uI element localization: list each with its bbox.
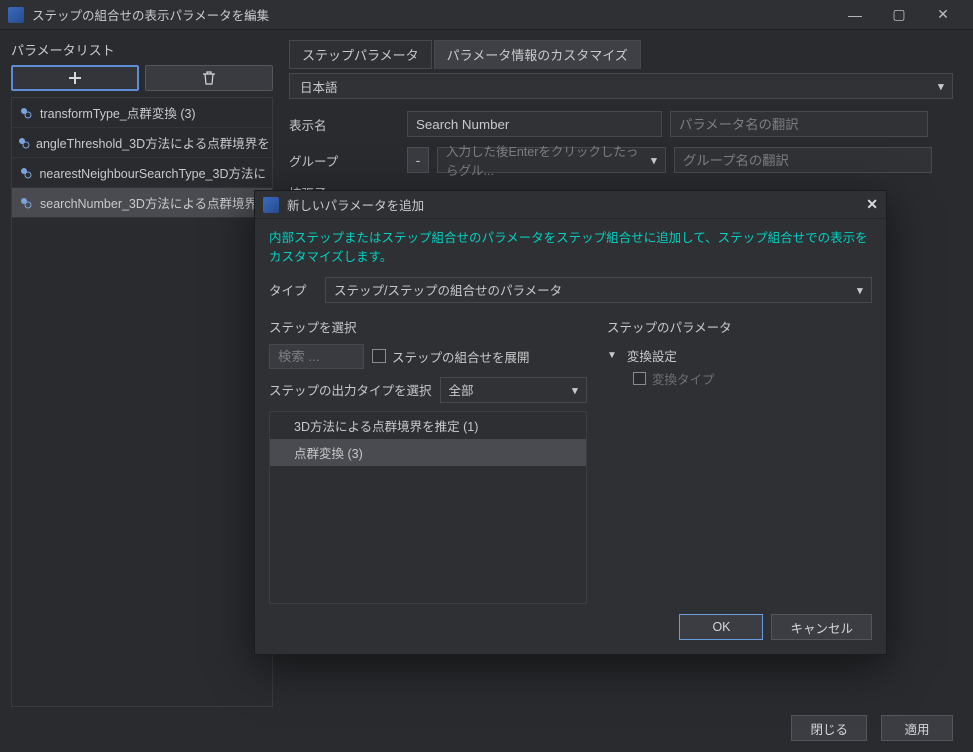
language-select[interactable]: 日本語 ▾: [289, 73, 953, 99]
main-apply-button[interactable]: 適用: [881, 715, 953, 741]
expand-checkbox[interactable]: ステップの組合せを展開: [372, 347, 530, 366]
minus-icon: -: [416, 152, 421, 168]
tabs: ステップパラメータ パラメータ情報のカスタマイズ: [289, 40, 953, 69]
triangle-down-icon: [607, 350, 617, 361]
window-controls: — ▢ ✕: [833, 1, 965, 29]
param-icon: [18, 135, 30, 151]
param-group-label: 変換設定: [627, 346, 677, 365]
chevron-down-icon: ▾: [651, 153, 657, 168]
group-select-value: 入力した後Enterをクリックしたっらグル...: [446, 141, 639, 179]
dialog-titlebar: 新しいパラメータを追加 ✕: [255, 191, 886, 219]
parameter-row[interactable]: searchNumber_3D方法による点群境界: [12, 188, 272, 218]
parameter-list-panel: パラメータリスト transformType_点群変換 (3) angleThr…: [0, 30, 281, 704]
output-type-value: 全部: [449, 380, 474, 399]
param-icon: [18, 195, 34, 211]
main-close-button[interactable]: 閉じる: [791, 715, 867, 741]
language-value: 日本語: [300, 77, 338, 96]
select-step-panel: ステップを選択 ステップの組合せを展開 ステップの出力タイプを選択 全部 ▾: [269, 317, 587, 605]
ok-label: OK: [712, 620, 730, 634]
parameter-label: transformType_点群変換 (3): [40, 103, 196, 122]
minimize-button[interactable]: —: [833, 1, 877, 29]
main-footer: 閉じる 適用: [0, 704, 973, 752]
output-type-select[interactable]: 全部 ▾: [440, 377, 587, 403]
close-button[interactable]: ✕: [921, 1, 965, 29]
step-parameters-panel: ステップのパラメータ 変換設定 変換タイプ: [607, 317, 872, 605]
type-value: ステップ/ステップの組合せのパラメータ: [334, 280, 562, 299]
close-icon: ✕: [866, 196, 878, 212]
type-label: タイプ: [269, 280, 317, 299]
group-select[interactable]: 入力した後Enterをクリックしたっらグル... ▾: [437, 147, 666, 173]
step-node[interactable]: 3D方法による点群境界を推定 (1): [270, 412, 586, 439]
group-label: グループ: [289, 151, 399, 170]
chevron-down-icon: ▾: [572, 382, 578, 397]
chevron-down-icon: ▾: [857, 282, 863, 297]
parameter-list-heading: パラメータリスト: [11, 40, 273, 59]
window-title: ステップの組合せの表示パラメータを編集: [32, 5, 269, 24]
cancel-label: キャンセル: [790, 618, 853, 637]
output-type-label: ステップの出力タイプを選択: [269, 380, 432, 399]
parameter-label: searchNumber_3D方法による点群境界: [40, 193, 257, 212]
group-minus-button[interactable]: -: [407, 147, 429, 173]
trash-icon: [202, 71, 216, 85]
ok-button[interactable]: OK: [679, 614, 763, 640]
param-node[interactable]: 変換タイプ: [607, 367, 872, 390]
parameter-row[interactable]: angleThreshold_3D方法による点群境界を: [12, 128, 272, 158]
param-node-label: 変換タイプ: [652, 369, 715, 388]
cancel-button[interactable]: キャンセル: [771, 614, 872, 640]
step-node[interactable]: 点群変換 (3): [270, 439, 586, 466]
parameter-list[interactable]: transformType_点群変換 (3) angleThreshold_3D…: [11, 97, 273, 707]
param-tree[interactable]: 変換設定 変換タイプ: [607, 344, 872, 605]
parameter-row[interactable]: nearestNeighbourSearchType_3D方法に: [12, 158, 272, 188]
add-parameter-dialog: 新しいパラメータを追加 ✕ 内部ステップまたはステップ組合せのパラメータをステッ…: [254, 190, 887, 655]
expand-label: ステップの組合せを展開: [392, 347, 530, 366]
display-name-label: 表示名: [289, 115, 399, 134]
param-icon: [18, 165, 33, 181]
app-icon: [263, 197, 279, 213]
type-select[interactable]: ステップ/ステップの組合せのパラメータ ▾: [325, 277, 872, 303]
main-titlebar: ステップの組合せの表示パラメータを編集 — ▢ ✕: [0, 0, 973, 30]
tab-customize-info[interactable]: パラメータ情報のカスタマイズ: [434, 40, 641, 69]
step-tree[interactable]: 3D方法による点群境界を推定 (1) 点群変換 (3): [269, 411, 587, 605]
checkbox-box-icon: [633, 372, 646, 385]
plus-icon: [68, 71, 82, 85]
param-icon: [18, 105, 34, 121]
add-parameter-button[interactable]: [11, 65, 139, 91]
dialog-close-button[interactable]: ✕: [866, 196, 878, 213]
parameter-label: angleThreshold_3D方法による点群境界を: [36, 133, 270, 152]
param-group-node[interactable]: 変換設定: [607, 344, 872, 367]
step-parameters-heading: ステップのパラメータ: [607, 317, 872, 336]
app-icon: [8, 7, 24, 23]
search-input[interactable]: [269, 344, 364, 369]
delete-parameter-button[interactable]: [145, 65, 273, 91]
dialog-title: 新しいパラメータを追加: [287, 195, 424, 214]
parameter-row[interactable]: transformType_点群変換 (3): [12, 98, 272, 128]
dialog-description: 内部ステップまたはステップ組合せのパラメータをステップ組合せに追加して、ステップ…: [269, 229, 872, 267]
parameter-label: nearestNeighbourSearchType_3D方法に: [39, 163, 266, 182]
maximize-button[interactable]: ▢: [877, 1, 921, 29]
group-translation-input[interactable]: [674, 147, 932, 173]
checkbox-box-icon: [372, 349, 386, 363]
display-name-input[interactable]: [407, 111, 662, 137]
display-name-translation-input[interactable]: [670, 111, 928, 137]
tab-step-parameters[interactable]: ステップパラメータ: [289, 40, 432, 69]
chevron-down-icon: ▾: [938, 79, 944, 94]
step-node-label: 点群変換 (3): [294, 447, 363, 461]
select-step-heading: ステップを選択: [269, 317, 587, 336]
main-apply-label: 適用: [904, 719, 929, 738]
main-close-label: 閉じる: [810, 719, 848, 738]
step-node-label: 3D方法による点群境界を推定 (1): [294, 420, 478, 434]
